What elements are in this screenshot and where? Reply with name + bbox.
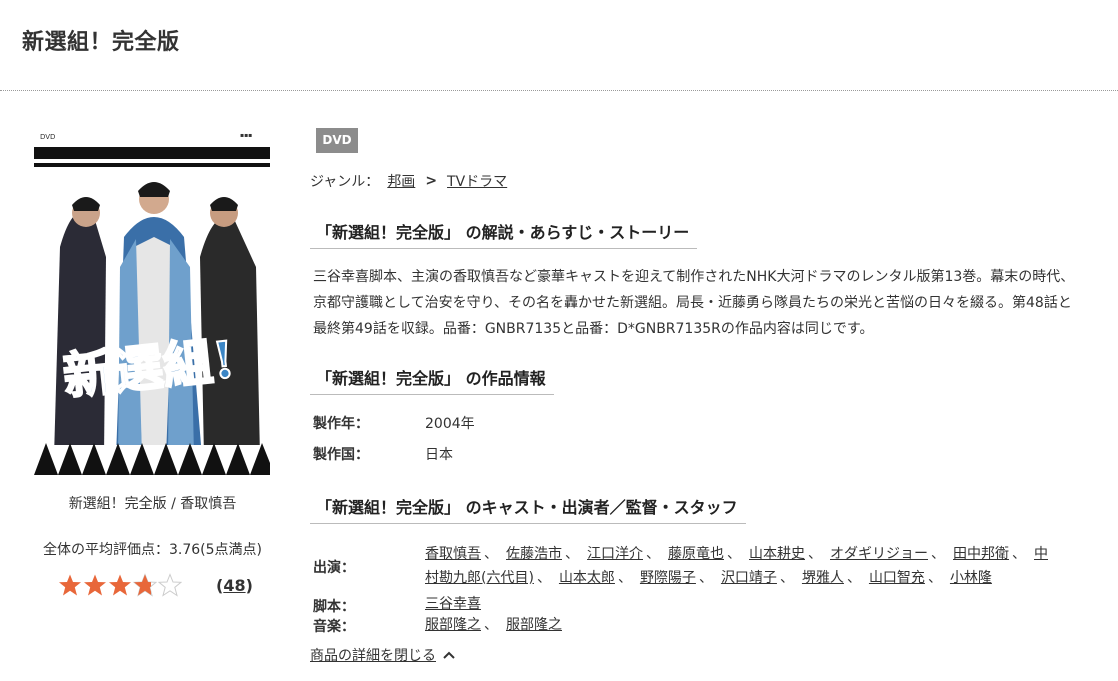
comma: 、 xyxy=(927,570,942,586)
comma: 、 xyxy=(565,546,579,562)
comma: 、 xyxy=(617,570,632,586)
info-heading-title: 「新選組！完全版」 xyxy=(316,369,461,388)
review-count: (48) xyxy=(216,576,253,595)
performers-line2: 村勘九郎(六代目)、山本太郎、野際陽子、沢口靖子、堺雅人、山口智充、小林隆 xyxy=(425,566,992,590)
cast-link[interactable]: オダギリジョー xyxy=(830,546,928,562)
synopsis-heading-title: 「新選組！完全版」 xyxy=(316,223,461,242)
comma: 、 xyxy=(846,570,861,586)
comma: 、 xyxy=(808,546,822,562)
genre-label: ジャンル： xyxy=(310,174,380,190)
comma: 、 xyxy=(484,617,498,633)
comma: 、 xyxy=(698,570,713,586)
cast-link[interactable]: 堺雅人 xyxy=(802,570,844,586)
cast-link[interactable]: 野際陽子 xyxy=(640,570,696,586)
format-badge: DVD xyxy=(316,128,358,153)
cast-heading-title: 「新選組！完全版」 xyxy=(316,498,461,517)
genre-breadcrumb: ジャンル： 邦画 > TVドラマ xyxy=(310,171,507,191)
info-row-country: 製作国： 日本 xyxy=(313,444,453,464)
cast-heading: 「新選組！完全版」 のキャスト・出演者／監督・スタッフ xyxy=(310,494,746,524)
music-link[interactable]: 服部隆之 xyxy=(425,617,481,633)
star-full-icon xyxy=(84,574,106,596)
genre-separator: > xyxy=(425,173,438,189)
genre-link-hoga[interactable]: 邦画 xyxy=(387,171,415,191)
cast-heading-suffix: のキャスト・出演者／監督・スタッフ xyxy=(465,498,738,517)
header-divider xyxy=(0,90,1118,91)
info-value: 日本 xyxy=(425,447,453,463)
cast-link[interactable]: 沢口靖子 xyxy=(721,570,777,586)
info-heading-suffix: の作品情報 xyxy=(465,369,546,388)
info-key: 製作国： xyxy=(313,447,369,463)
synopsis-heading: 「新選組！完全版」 の解説・あらすじ・ストーリー xyxy=(310,219,698,249)
cast-link[interactable]: 山本太郎 xyxy=(559,570,615,586)
cast-link[interactable]: 香取慎吾 xyxy=(425,546,481,562)
cast-link[interactable]: 村勘九郎(六代目) xyxy=(425,570,534,586)
synopsis-heading-suffix: の解説・あらすじ・ストーリー xyxy=(465,223,690,242)
comma: 、 xyxy=(536,570,551,586)
page-title: 新選組！完全版 xyxy=(22,30,180,55)
star-partial-icon xyxy=(133,573,157,597)
rating-stars xyxy=(58,573,182,597)
cast-link[interactable]: 中 xyxy=(1034,546,1048,562)
comma: 、 xyxy=(646,546,660,562)
music-values: 服部隆之、服部隆之 xyxy=(425,613,562,637)
cast-link[interactable]: 藤原竜也 xyxy=(668,546,724,562)
cover-caption: 新選組！完全版 / 香取慎吾 xyxy=(68,496,237,512)
genre-link-tvdrama[interactable]: TVドラマ xyxy=(447,171,507,191)
info-row-year: 製作年： 2004年 xyxy=(313,413,475,433)
cast-link[interactable]: 山本耕史 xyxy=(749,546,805,562)
close-details-label: 商品の詳細を閉じる xyxy=(310,648,436,664)
review-paren-close: ) xyxy=(245,576,253,595)
cast-link[interactable]: 小林隆 xyxy=(950,570,992,586)
comma: 、 xyxy=(779,570,794,586)
dvd-cover-image[interactable]: DVD ▪▪▪ 新選組! xyxy=(34,127,270,475)
comma: 、 xyxy=(727,546,741,562)
chevron-up-icon xyxy=(443,651,455,659)
cast-link[interactable]: 山口智充 xyxy=(869,570,925,586)
performers-label: 出演： xyxy=(313,560,355,576)
close-details-button[interactable]: 商品の詳細を閉じる xyxy=(310,645,456,665)
svg-text:▪▪▪: ▪▪▪ xyxy=(240,132,252,139)
comma: 、 xyxy=(1012,546,1026,562)
info-heading: 「新選組！完全版」 の作品情報 xyxy=(310,365,554,395)
cast-link[interactable]: 江口洋介 xyxy=(587,546,643,562)
cover-corner-left: DVD xyxy=(40,133,55,141)
average-rating-label: 全体の平均評価点：3.76(5点満点) xyxy=(42,542,262,558)
writer-label: 脚本： xyxy=(313,599,355,615)
performers-line1: 香取慎吾、佐藤浩市、江口洋介、藤原竜也、山本耕史、オダギリジョー、田中邦衛、中 xyxy=(425,542,1048,566)
writer-link[interactable]: 三谷幸喜 xyxy=(425,596,481,612)
music-label: 音楽： xyxy=(313,619,355,635)
music-link[interactable]: 服部隆之 xyxy=(506,617,562,633)
info-value: 2004年 xyxy=(425,416,475,432)
cast-link[interactable]: 佐藤浩市 xyxy=(506,546,562,562)
synopsis-text: 三谷幸喜脚本、主演の香取慎吾など豪華キャストを迎えて制作されたNHK大河ドラマの… xyxy=(313,269,1075,337)
info-key: 製作年： xyxy=(313,416,369,432)
star-full-icon xyxy=(59,574,81,596)
comma: 、 xyxy=(931,546,945,562)
review-count-link[interactable]: 48 xyxy=(223,576,245,595)
star-full-icon xyxy=(109,574,131,596)
cast-link[interactable]: 田中邦衛 xyxy=(953,546,1009,562)
star-empty-icon xyxy=(158,573,182,597)
comma: 、 xyxy=(484,546,498,562)
